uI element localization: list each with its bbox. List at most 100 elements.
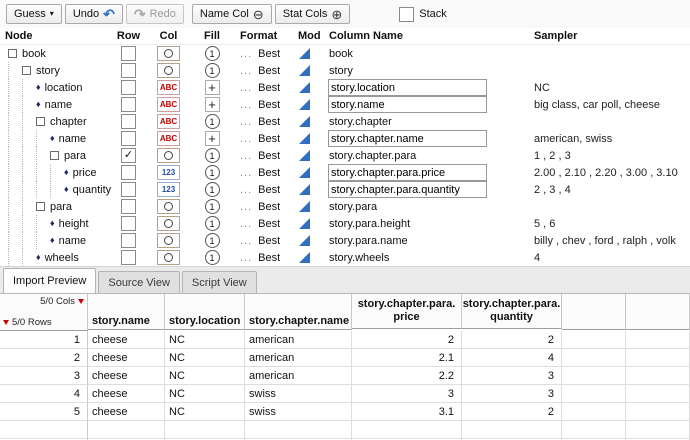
tab-script-view[interactable]: Script View <box>182 271 257 293</box>
node-label[interactable]: book <box>22 48 46 60</box>
fill-once-icon[interactable]: 1 <box>205 233 220 248</box>
red-triangle-menu-icon[interactable] <box>78 299 84 304</box>
fill-plus-icon[interactable]: + <box>205 97 220 112</box>
no-column-icon[interactable] <box>157 233 180 248</box>
continuous-modeling-type-icon[interactable] <box>299 48 310 59</box>
column-name-input[interactable] <box>328 79 487 96</box>
format-menu-icon[interactable]: ... <box>240 235 252 247</box>
branch-node-icon[interactable] <box>36 117 45 126</box>
continuous-modeling-type-icon[interactable] <box>299 184 310 195</box>
column-header-story-chapter-name[interactable]: story.chapter.name <box>245 294 352 330</box>
guess-button[interactable]: Guess ▾ <box>6 4 62 24</box>
table-corner-cell[interactable]: 5/0 Cols 5/0 Rows <box>0 294 88 331</box>
format-menu-icon[interactable]: ... <box>240 99 252 111</box>
stack-checkbox[interactable] <box>399 7 414 22</box>
node-label[interactable]: price <box>73 167 97 179</box>
continuous-modeling-type-icon[interactable] <box>299 133 310 144</box>
fill-once-icon[interactable]: 1 <box>205 165 220 180</box>
row-checkbox[interactable] <box>121 250 136 265</box>
format-menu-icon[interactable]: ... <box>240 201 252 213</box>
row-checkbox[interactable] <box>121 46 136 61</box>
node-label[interactable]: chapter <box>50 116 87 128</box>
no-column-icon[interactable] <box>157 46 180 61</box>
table-cell[interactable]: 3.1 <box>352 403 462 421</box>
column-header-quantity[interactable]: story.chapter.para. quantity <box>462 294 562 329</box>
format-menu-icon[interactable]: ... <box>240 167 252 179</box>
format-menu-icon[interactable]: ... <box>240 82 252 94</box>
no-column-icon[interactable] <box>157 250 180 265</box>
continuous-modeling-type-icon[interactable] <box>299 235 310 246</box>
continuous-modeling-type-icon[interactable] <box>299 116 310 127</box>
node-label[interactable]: quantity <box>73 184 112 196</box>
continuous-modeling-type-icon[interactable] <box>299 150 310 161</box>
fill-once-icon[interactable]: 1 <box>205 63 220 78</box>
character-column-icon[interactable]: ABC <box>157 114 180 129</box>
undo-button[interactable]: Undo ↶ <box>65 4 123 24</box>
column-header-story-name[interactable]: story.name <box>88 294 165 330</box>
continuous-modeling-type-icon[interactable] <box>299 218 310 229</box>
row-number-cell[interactable]: 3 <box>0 367 88 385</box>
continuous-modeling-type-icon[interactable] <box>299 99 310 110</box>
table-cell[interactable]: 2.2 <box>352 367 462 385</box>
branch-node-icon[interactable] <box>8 49 17 58</box>
table-cell[interactable]: NC <box>165 385 245 403</box>
column-header-story-location[interactable]: story.location <box>165 294 245 330</box>
row-number-cell[interactable]: 4 <box>0 385 88 403</box>
name-col-button[interactable]: Name Col ⊖ <box>192 4 272 24</box>
no-column-icon[interactable] <box>157 216 180 231</box>
character-column-icon[interactable]: ABC <box>157 97 180 112</box>
node-label[interactable]: name <box>45 99 73 111</box>
node-label[interactable]: height <box>59 218 89 230</box>
branch-node-icon[interactable] <box>22 66 31 75</box>
table-cell[interactable]: cheese <box>88 403 165 421</box>
format-menu-icon[interactable]: ... <box>240 116 252 128</box>
table-cell[interactable]: 3 <box>462 385 562 403</box>
row-checkbox[interactable] <box>121 182 136 197</box>
table-cell[interactable]: 3 <box>462 367 562 385</box>
numeric-column-icon[interactable]: 123 <box>157 165 180 180</box>
red-triangle-menu-icon[interactable] <box>3 320 9 325</box>
format-menu-icon[interactable]: ... <box>240 184 252 196</box>
fill-once-icon[interactable]: 1 <box>205 46 220 61</box>
column-name-input[interactable] <box>328 181 487 198</box>
format-menu-icon[interactable]: ... <box>240 218 252 230</box>
row-checkbox[interactable] <box>121 114 136 129</box>
table-cell[interactable]: american <box>245 367 352 385</box>
row-checkbox[interactable] <box>121 233 136 248</box>
table-cell[interactable]: 4 <box>462 349 562 367</box>
table-cell[interactable]: cheese <box>88 367 165 385</box>
table-cell[interactable]: swiss <box>245 403 352 421</box>
redo-button[interactable]: ↷ Redo <box>126 4 184 24</box>
no-column-icon[interactable] <box>157 199 180 214</box>
row-checkbox[interactable] <box>121 165 136 180</box>
row-number-cell[interactable]: 2 <box>0 349 88 367</box>
table-cell[interactable]: swiss <box>245 385 352 403</box>
fill-plus-icon[interactable]: + <box>205 131 220 146</box>
row-checkbox[interactable] <box>121 216 136 231</box>
format-menu-icon[interactable]: ... <box>240 48 252 60</box>
fill-once-icon[interactable]: 1 <box>205 199 220 214</box>
no-column-icon[interactable] <box>157 63 180 78</box>
column-name-input[interactable] <box>328 130 487 147</box>
table-cell[interactable]: american <box>245 331 352 349</box>
tab-import-preview[interactable]: Import Preview <box>3 268 96 293</box>
continuous-modeling-type-icon[interactable] <box>299 65 310 76</box>
table-cell[interactable]: NC <box>165 349 245 367</box>
row-number-cell[interactable]: 5 <box>0 403 88 421</box>
format-menu-icon[interactable]: ... <box>240 150 252 162</box>
column-name-input[interactable] <box>328 164 487 181</box>
table-cell[interactable]: NC <box>165 331 245 349</box>
continuous-modeling-type-icon[interactable] <box>299 201 310 212</box>
row-checkbox[interactable] <box>121 63 136 78</box>
node-label[interactable]: wheels <box>45 252 79 264</box>
fill-once-icon[interactable]: 1 <box>205 216 220 231</box>
row-number-cell[interactable]: 1 <box>0 331 88 349</box>
table-cell[interactable]: 2.1 <box>352 349 462 367</box>
fill-plus-icon[interactable]: + <box>205 80 220 95</box>
node-label[interactable]: story <box>36 65 60 77</box>
table-cell[interactable]: NC <box>165 367 245 385</box>
format-menu-icon[interactable]: ... <box>240 252 252 264</box>
node-label[interactable]: para <box>64 150 86 162</box>
format-menu-icon[interactable]: ... <box>240 65 252 77</box>
node-label[interactable]: name <box>59 133 87 145</box>
